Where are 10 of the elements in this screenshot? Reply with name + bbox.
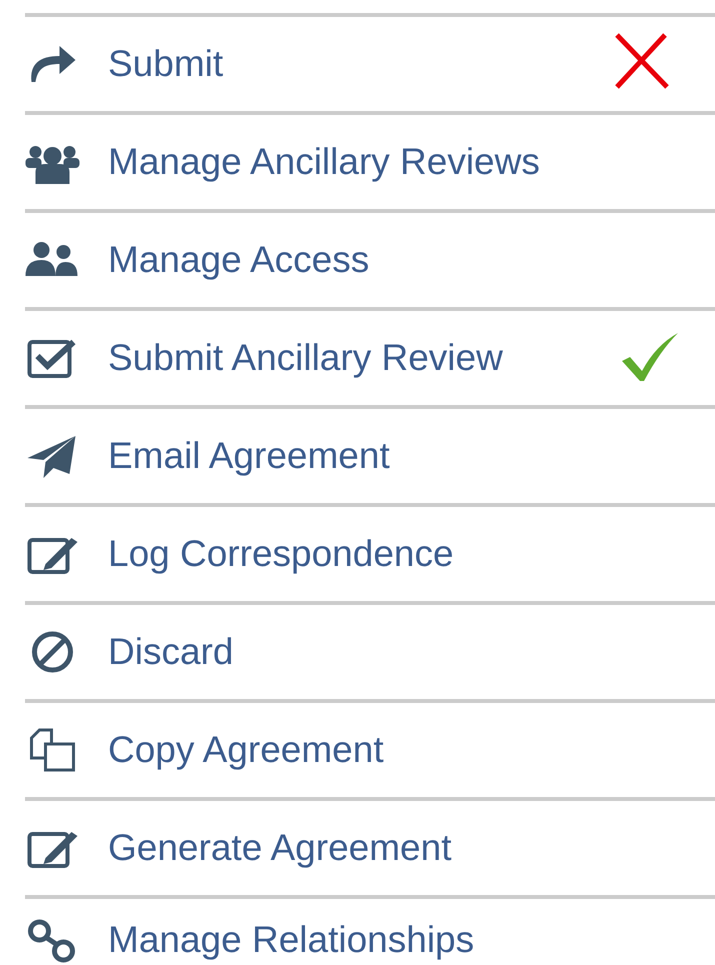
menu-item[interactable]: Generate Agreement: [108, 827, 452, 869]
menu-item[interactable]: Email Agreement: [108, 435, 390, 477]
menu-item[interactable]: Manage Relationships: [108, 919, 474, 961]
menu-item[interactable]: Submit: [108, 43, 224, 85]
menu-item[interactable]: Discard: [108, 631, 234, 673]
menu-item[interactable]: Log Correspondence: [108, 533, 454, 575]
menu-item[interactable]: Submit Ancillary Review: [108, 337, 503, 379]
menu-item[interactable]: Copy Agreement: [108, 729, 384, 771]
menu-item[interactable]: Manage Ancillary Reviews: [108, 141, 540, 183]
menu-item[interactable]: Manage Access: [108, 239, 370, 281]
